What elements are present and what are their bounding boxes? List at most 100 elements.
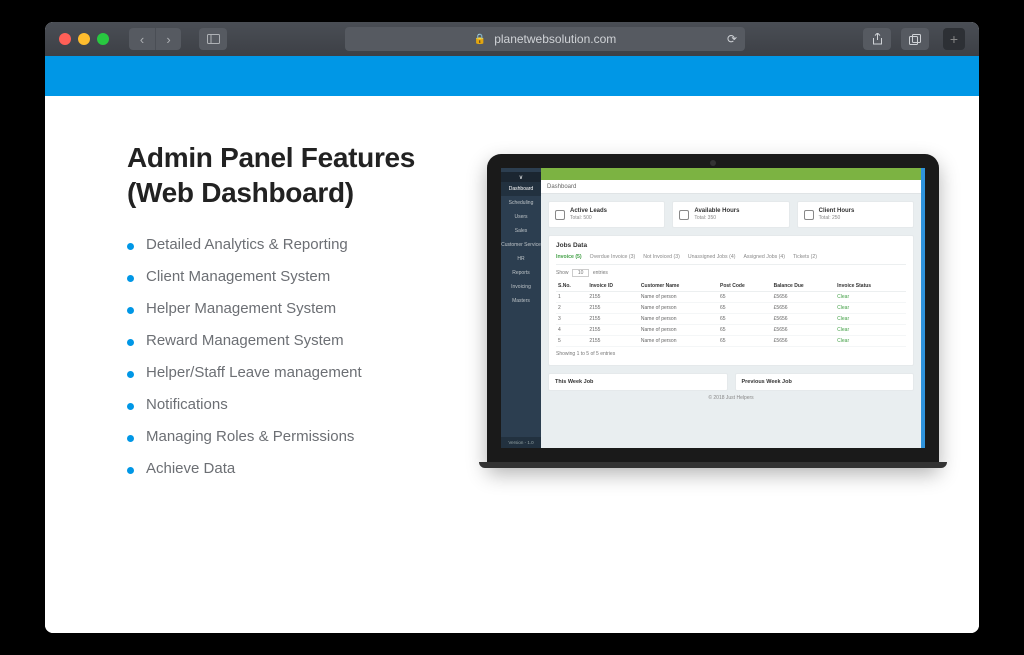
table-cell: 2155: [587, 325, 639, 336]
entries-select[interactable]: 10: [572, 269, 590, 277]
feature-item: Achieve Data: [127, 460, 467, 477]
jobs-tab[interactable]: Unassigned Jobs (4): [688, 254, 736, 260]
table-cell: 4: [556, 325, 587, 336]
sidebar-item[interactable]: Sales: [501, 224, 541, 238]
table-cell: Clear: [835, 325, 906, 336]
jobs-tabs: Invoice (5) Overdue Invoice (3) Not Invoic…: [556, 254, 906, 265]
back-button[interactable]: ‹: [129, 28, 155, 50]
table-cell: 1: [556, 292, 587, 303]
table-cell: 2155: [587, 336, 639, 347]
address-bar[interactable]: 🔒 planetwebsolution.com ⟳: [345, 27, 745, 51]
close-window-button[interactable]: [59, 33, 71, 45]
features-column: Admin Panel Features (Web Dashboard) Det…: [127, 140, 467, 492]
browser-window: ‹ › 🔒 planetwebsolution.com ⟳ + Admin Pa: [45, 22, 979, 633]
jobs-tab[interactable]: Tickets (2): [793, 254, 817, 260]
table-cell: 2: [556, 303, 587, 314]
table-cell: 2155: [587, 303, 639, 314]
table-cell: 65: [718, 314, 772, 325]
table-header[interactable]: Invoice Status: [835, 281, 906, 292]
table-row[interactable]: 22155Name of person65£5656Clear: [556, 303, 906, 314]
tabs-button[interactable]: [901, 28, 929, 50]
sidebar-item[interactable]: Invoicing: [501, 280, 541, 294]
stat-sub: Total: 350: [694, 215, 739, 221]
stats-row: Active LeadsTotal: 500 Available HoursTot…: [541, 194, 921, 235]
table-pager: Showing 1 to 5 of 5 entries: [556, 351, 906, 357]
stat-card: Available HoursTotal: 350: [672, 201, 789, 228]
jobs-title: Jobs Data: [556, 242, 906, 249]
table-cell: £5656: [772, 336, 836, 347]
table-cell: £5656: [772, 314, 836, 325]
table-header[interactable]: S.No.: [556, 281, 587, 292]
new-tab-button[interactable]: +: [943, 28, 965, 50]
toolbar-right: [863, 28, 929, 50]
sidebar-collapse[interactable]: ∨: [501, 172, 541, 182]
sidebar-icon: [207, 34, 220, 44]
table-cell: Name of person: [639, 314, 718, 325]
sidebar-item[interactable]: Scheduling: [501, 196, 541, 210]
jobs-tab[interactable]: Invoice (5): [556, 254, 582, 260]
dashboard-main: Dashboard Active LeadsTotal: 500 Availabl…: [541, 168, 921, 448]
jobs-tab[interactable]: Not Invoiced (3): [643, 254, 680, 260]
table-cell: 65: [718, 325, 772, 336]
sidebar-item[interactable]: Reports: [501, 266, 541, 280]
show-label: Show: [556, 270, 569, 276]
feature-item: Client Management System: [127, 268, 467, 285]
table-row[interactable]: 32155Name of person65£5656Clear: [556, 314, 906, 325]
scrollbar-vertical[interactable]: [921, 168, 925, 448]
table-cell: Clear: [835, 314, 906, 325]
sidebar-item[interactable]: Users: [501, 210, 541, 224]
feature-item: Detailed Analytics & Reporting: [127, 236, 467, 253]
table-cell: 65: [718, 336, 772, 347]
table-row[interactable]: 52155Name of person65£5656Clear: [556, 336, 906, 347]
url-host: planetwebsolution.com: [494, 32, 616, 46]
table-cell: £5656: [772, 292, 836, 303]
table-header[interactable]: Balance Due: [772, 281, 836, 292]
stat-icon: [555, 210, 565, 220]
table-row[interactable]: 12155Name of person65£5656Clear: [556, 292, 906, 303]
hero-band: [45, 56, 979, 96]
minimize-window-button[interactable]: [78, 33, 90, 45]
table-header[interactable]: Customer Name: [639, 281, 718, 292]
reload-button[interactable]: ⟳: [727, 32, 737, 46]
share-button[interactable]: [863, 28, 891, 50]
table-row[interactable]: 42155Name of person65£5656Clear: [556, 325, 906, 336]
table-cell: 2155: [587, 314, 639, 325]
week-panels: This Week Job Previous Week Job: [548, 373, 914, 391]
dashboard-screenshot: ∨ DashboardSchedulingUsersSalesCustomer …: [501, 168, 925, 448]
sidebar-item[interactable]: Dashboard: [501, 182, 541, 196]
stat-sub: Total: 500: [570, 215, 607, 221]
table-cell: 2155: [587, 292, 639, 303]
sidebar-item[interactable]: Customer Service: [501, 238, 541, 252]
dashboard-topbar: [541, 168, 921, 180]
window-controls: [59, 33, 109, 45]
jobs-tab[interactable]: Assigned Jobs (4): [743, 254, 785, 260]
stat-label: Client Hours: [819, 208, 855, 215]
table-cell: £5656: [772, 303, 836, 314]
table-cell: £5656: [772, 325, 836, 336]
sidebar-item[interactable]: Masters: [501, 294, 541, 308]
laptop-column: ∨ DashboardSchedulingUsersSalesCustomer …: [487, 140, 939, 492]
stat-card: Client HoursTotal: 250: [797, 201, 914, 228]
table-cell: Clear: [835, 336, 906, 347]
table-cell: Name of person: [639, 292, 718, 303]
maximize-window-button[interactable]: [97, 33, 109, 45]
breadcrumb: Dashboard: [541, 180, 921, 194]
feature-item: Notifications: [127, 396, 467, 413]
jobs-panel: Jobs Data Invoice (5) Overdue Invoice (3)…: [548, 235, 914, 366]
dashboard-footer: © 2018 Just Helpers: [541, 391, 921, 405]
tabs-icon: [909, 34, 921, 45]
sidebar-toggle-button[interactable]: [199, 28, 227, 50]
table-header[interactable]: Invoice ID: [587, 281, 639, 292]
share-icon: [872, 33, 883, 45]
stat-card: Active LeadsTotal: 500: [548, 201, 665, 228]
jobs-tab[interactable]: Overdue Invoice (3): [590, 254, 636, 260]
this-week-panel: This Week Job: [548, 373, 728, 391]
table-cell: 65: [718, 292, 772, 303]
forward-button[interactable]: ›: [155, 28, 181, 50]
stat-icon: [679, 210, 689, 220]
sidebar-item[interactable]: HR: [501, 252, 541, 266]
table-cell: Clear: [835, 303, 906, 314]
prev-week-panel: Previous Week Job: [735, 373, 915, 391]
features-list: Detailed Analytics & Reporting Client Man…: [127, 236, 467, 477]
table-header[interactable]: Post Code: [718, 281, 772, 292]
